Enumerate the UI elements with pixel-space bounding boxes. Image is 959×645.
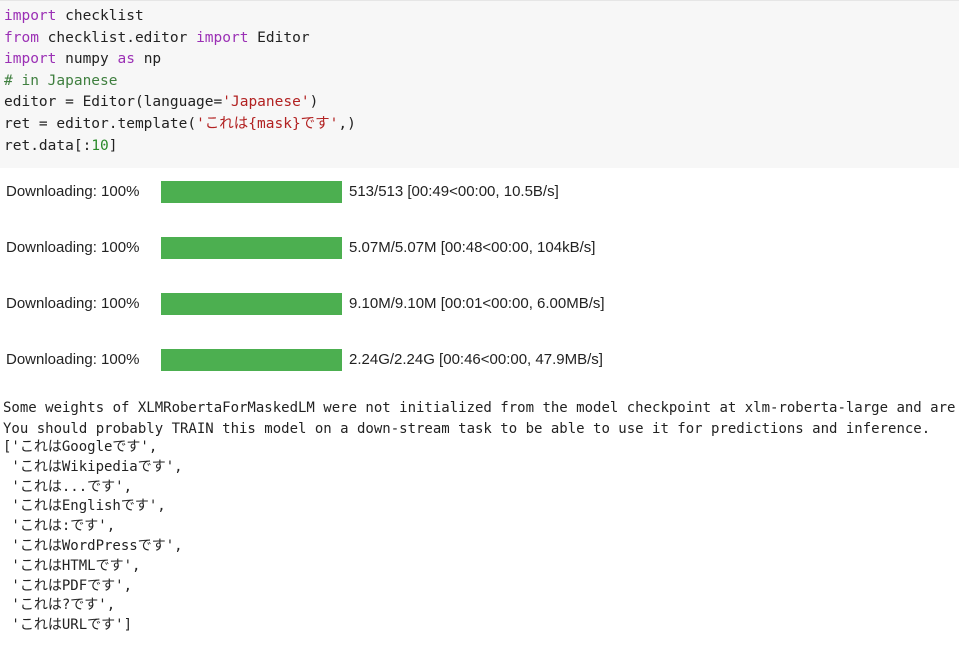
output-line: 'これは?です', <box>3 597 116 614</box>
code-token: Editor <box>248 29 310 46</box>
code-token: np <box>134 51 162 68</box>
progress-bar <box>161 349 342 371</box>
progress-bar <box>161 237 342 259</box>
code-token: 10 <box>91 137 109 154</box>
download-progress-row: Downloading: 100% 2.24G/2.24G [00:46<00:0… <box>0 348 959 372</box>
download-status: 5.07M/5.07M [00:48<00:00, 104kB/s] <box>349 239 596 256</box>
output-line: 'これは...です', <box>3 478 133 495</box>
code-line: import numpy as np <box>4 48 161 70</box>
output-line: 'これはEnglishです', <box>3 498 166 515</box>
warning-line: Some weights of XLMRobertaForMaskedLM we… <box>3 400 959 416</box>
output-line: 'これはWordPressです', <box>3 538 183 554</box>
code-token: 'Japanese' <box>222 94 310 111</box>
code-line: ret = editor.template('これは{mask}です',) <box>4 113 356 135</box>
progress-bar-fill <box>161 237 342 259</box>
download-label: Downloading: 100% <box>6 351 140 368</box>
code-line: import checklist <box>4 5 144 27</box>
progress-bar-fill <box>161 293 342 315</box>
download-status: 2.24G/2.24G [00:46<00:00, 47.9MB/s] <box>349 351 603 368</box>
code-token: editor = Editor(language= <box>4 94 223 111</box>
code-token: numpy <box>56 51 118 68</box>
output-line: 'これはHTMLです', <box>3 557 141 574</box>
code-token: import <box>196 29 249 46</box>
download-progress-row: Downloading: 100% 9.10M/9.10M [00:01<00:0… <box>0 292 959 316</box>
code-token: ,) <box>338 116 356 132</box>
progress-bar-fill <box>161 349 342 371</box>
download-progress-row: Downloading: 100% 5.07M/5.07M [00:48<00:0… <box>0 236 959 260</box>
code-cell[interactable]: import checklist from checklist.editor im… <box>0 0 959 168</box>
progress-bar <box>161 293 342 315</box>
code-token: ret.data[: <box>4 137 92 154</box>
code-token: ] <box>108 137 118 154</box>
output-line: ['これはGoogleです', <box>3 439 158 455</box>
code-token: checklist <box>56 8 144 24</box>
download-label: Downloading: 100% <box>6 295 140 312</box>
code-token: ret = editor.template( <box>4 116 197 132</box>
code-token: # in Japanese <box>4 72 118 89</box>
warning-line: You should probably TRAIN this model on … <box>3 420 931 437</box>
output-line: 'これはWikipediaです', <box>3 458 183 475</box>
progress-bar-fill <box>161 181 342 203</box>
output-line: 'これはURLです'] <box>3 617 133 634</box>
code-line: editor = Editor(language='Japanese') <box>4 91 318 113</box>
download-label: Downloading: 100% <box>6 239 140 256</box>
code-token: from <box>4 29 39 46</box>
code-line: # in Japanese <box>4 70 118 92</box>
download-label: Downloading: 100% <box>6 183 140 200</box>
notebook: import checklist from checklist.editor im… <box>0 0 959 645</box>
code-token: as <box>117 51 135 68</box>
download-status: 513/513 [00:49<00:00, 10.5B/s] <box>349 183 559 200</box>
code-token: checklist.editor <box>38 29 197 46</box>
download-progress-row: Downloading: 100% 513/513 [00:49<00:00, 1… <box>0 180 959 204</box>
code-line: from checklist.editor import Editor <box>4 27 310 49</box>
code-line: ret.data[:10] <box>4 135 118 157</box>
progress-bar <box>161 181 342 203</box>
code-token: import <box>4 51 57 68</box>
download-status: 9.10M/9.10M [00:01<00:00, 6.00MB/s] <box>349 295 605 312</box>
code-token: 'これは{mask}です' <box>196 116 339 132</box>
code-token: import <box>4 8 57 24</box>
output-line: 'これはPDFです', <box>3 577 133 594</box>
code-token: ) <box>309 94 319 111</box>
output-line: 'これは:です', <box>3 518 116 535</box>
